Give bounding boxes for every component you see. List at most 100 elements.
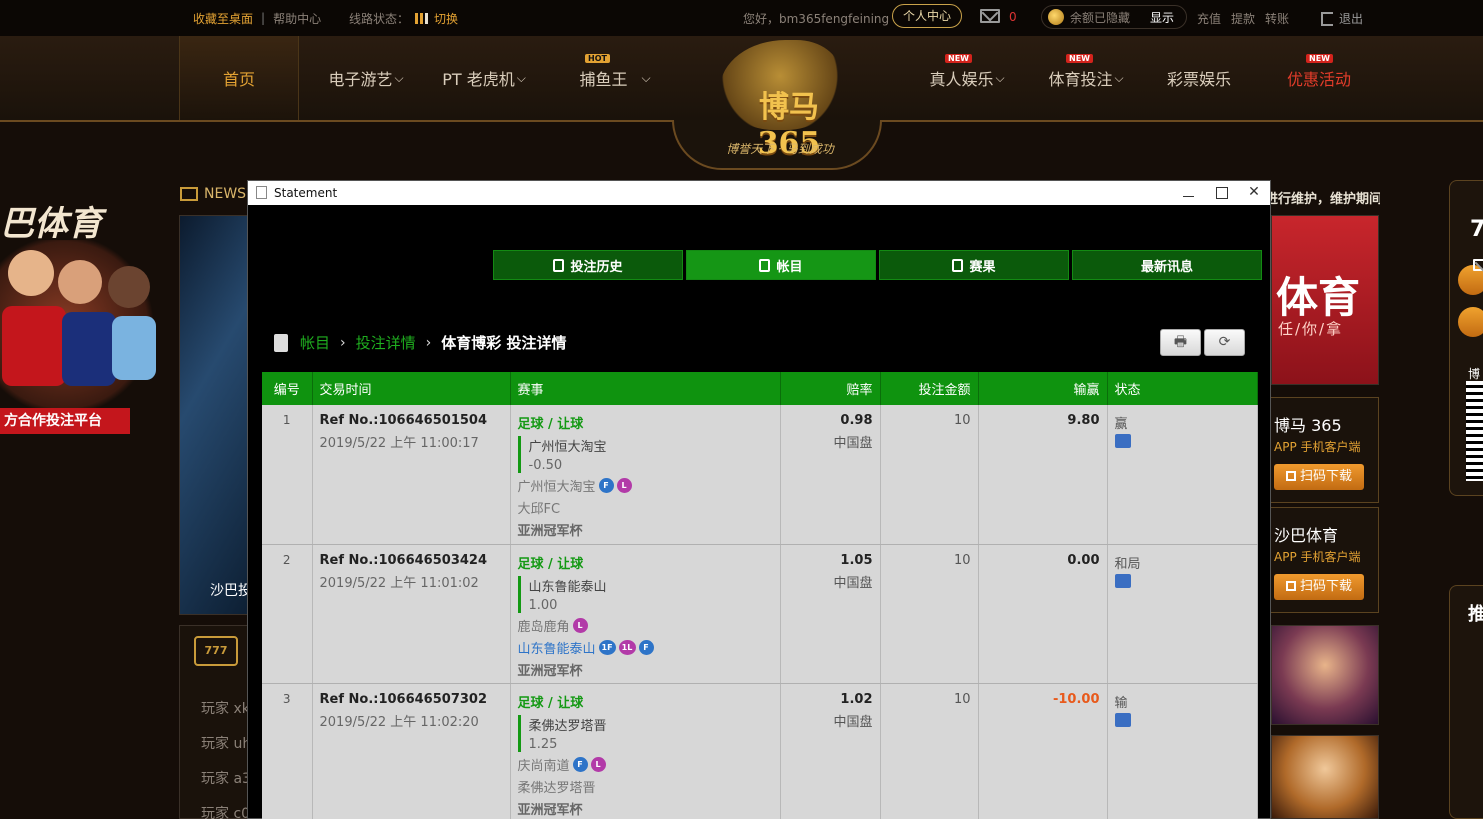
sport-type: 足球 / 让球 [517, 417, 584, 432]
selection-team: 柔佛达罗塔晋 [528, 718, 607, 734]
show-balance-button[interactable]: 显示 [1150, 9, 1174, 26]
scoreboard-icon[interactable] [1114, 712, 1131, 727]
live-badge: L [572, 617, 588, 633]
nav-fishing-label: 捕鱼王 [579, 70, 628, 89]
full-time-badge: F [598, 478, 614, 493]
right-promo-title: 体育 [1276, 273, 1361, 322]
team-name: 广州恒大淘宝 [517, 480, 596, 495]
switch-line-link[interactable]: 切换 [434, 10, 458, 27]
site-logo[interactable]: 博马365 博誉天下 · 马到成功 [672, 36, 882, 172]
nav-live[interactable]: 真人娱乐 ⌵ [927, 36, 1007, 120]
side-recommend-title: 推 [1468, 604, 1483, 625]
help-center-link[interactable]: 帮助中心 [273, 10, 321, 27]
window-titlebar[interactable]: Statement ✕ [248, 181, 1270, 205]
user-greeting: 您好，bm365fengfeining [743, 12, 890, 26]
nav-promo-label: 优惠活动 [1286, 70, 1351, 89]
nav-pt-label: PT 老虎机 [442, 70, 515, 89]
away-team: 大邱FC [518, 498, 773, 517]
signal-icon [415, 13, 429, 24]
refresh-button[interactable]: ⟳ [1204, 329, 1245, 356]
table-row: 3 Ref No.:106646507302 2019/5/22 上午 11:0… [262, 683, 1258, 819]
logo-slogan: 博誉天下 · 马到成功 [726, 142, 834, 156]
breadcrumb: 帐目 › 投注详情 › 体育博彩 投注详情 [274, 332, 566, 353]
print-button[interactable]: 🖶 [1160, 329, 1201, 356]
right-promo-banner[interactable]: 体育 任/你/拿 [1271, 215, 1379, 385]
winner-row: 玩家 uh [201, 736, 252, 752]
home-team: 鹿岛鹿角 L [518, 616, 773, 635]
maximize-button[interactable] [1205, 181, 1237, 205]
qr-icon [1285, 581, 1296, 591]
status-text: 和局 [1114, 556, 1141, 572]
user-center-button[interactable]: 个人中心 [892, 4, 962, 28]
breadcrumb-separator: › [425, 334, 432, 351]
nav-electronic[interactable]: 电子游艺 ⌵ [326, 36, 406, 120]
deposit-link[interactable]: 充值 [1197, 10, 1221, 27]
event-cell: 足球 / 让球 广州恒大淘宝 -0.50 广州恒大淘宝 F L 大邱FC 亚洲冠… [510, 405, 781, 545]
tab-bet-history[interactable]: 投注历史 [493, 250, 683, 280]
nav-home[interactable]: 首页 [179, 36, 299, 120]
table-row: 1 Ref No.:106646501504 2019/5/22 上午 11:0… [262, 405, 1258, 545]
balance-box: 余额已隐藏 显示 [1041, 5, 1187, 29]
minimize-button[interactable] [1172, 181, 1204, 205]
game-thumbnail[interactable] [1271, 735, 1379, 819]
tab-account[interactable]: 帐目 [686, 250, 876, 280]
tab-label: 赛果 [969, 259, 996, 275]
center-banner[interactable] [179, 215, 249, 615]
scan-download-button[interactable]: 扫码下载 [1274, 574, 1364, 600]
breadcrumb-account[interactable]: 帐目 [300, 332, 330, 353]
breadcrumb-bet-details[interactable]: 投注详情 [356, 332, 416, 353]
mail-count: 0 [1009, 10, 1017, 24]
nav-lottery[interactable]: 彩票娱乐 [1166, 36, 1232, 120]
transaction-cell: Ref No.:106646503424 2019/5/22 上午 11:01:… [312, 544, 511, 684]
team-name: 山东鲁能泰山 [517, 641, 596, 657]
winner-row: 玩家 a3 [201, 771, 251, 787]
ref-number[interactable]: Ref No.:106646501504 [320, 413, 503, 428]
withdraw-link[interactable]: 提款 [1231, 10, 1255, 27]
statement-window: Statement ✕ 投注历史 帐目 赛果 最新讯息 帐目 › 投注详情 › … [247, 180, 1483, 819]
sport-type: 足球 / 让球 [517, 695, 584, 711]
stake-amount: 10 [880, 405, 979, 545]
tab-news[interactable]: 最新讯息 [1072, 250, 1483, 280]
side-recommend-panel: 推 [1449, 585, 1483, 819]
clipboard-icon [553, 258, 565, 272]
nav-pt[interactable]: PT 老虎机 ⌵ [442, 36, 526, 120]
document-icon [256, 186, 267, 199]
ledger-icon [274, 333, 288, 352]
chevron-down-icon: ⌵ [394, 70, 404, 85]
scoreboard-icon[interactable] [1114, 434, 1131, 448]
handicap-line: -0.50 [528, 458, 563, 473]
transfer-link[interactable]: 转账 [1265, 10, 1289, 27]
status-cell: 和局 [1107, 544, 1258, 684]
top-left-links: 收藏至桌面 | 帮助中心 [193, 0, 321, 36]
side-button[interactable] [1458, 307, 1483, 337]
handicap-line: 1.25 [528, 736, 558, 752]
tab-results[interactable]: 赛果 [879, 250, 1069, 280]
ref-number[interactable]: Ref No.:106646503424 [320, 553, 503, 568]
winner-row: 玩家 xk [201, 701, 250, 717]
statement-table: 编号 交易时间 赛事 赔率 投注金额 输赢 状态 1 Ref No.:10664… [262, 372, 1258, 819]
pl-cell: -10.00 [978, 683, 1108, 819]
close-button[interactable]: ✕ [1238, 181, 1270, 205]
header-event: 赛事 [510, 372, 781, 405]
divider: | [261, 11, 266, 25]
scoreboard-icon[interactable] [1114, 573, 1131, 588]
selection: 柔佛达罗塔晋 1.25 [517, 714, 773, 752]
odds-cell: 0.98 中国盘 [780, 405, 881, 545]
selection-team: 广州恒大淘宝 [528, 440, 607, 455]
nav-fishing[interactable]: 捕鱼王 ⌵ [575, 36, 655, 120]
game-thumbnail[interactable] [1271, 625, 1379, 725]
nav-promo[interactable]: 优惠活动 [1286, 36, 1352, 120]
qr-code-icon [1466, 381, 1483, 481]
scan-download-button[interactable]: 扫码下载 [1274, 464, 1364, 490]
sport-type: 足球 / 让球 [517, 556, 584, 572]
transaction-cell: Ref No.:106646507302 2019/5/22 上午 11:02:… [312, 683, 511, 819]
app-subtitle: APP 手机客户端 [1274, 550, 1361, 564]
mail-icon[interactable] [980, 9, 1000, 23]
logout-button[interactable]: 退出 [1321, 10, 1363, 27]
odds-value: 1.05 [840, 552, 873, 568]
nav-sports[interactable]: 体育投注 ⌵ [1046, 36, 1126, 120]
add-to-desktop-link[interactable]: 收藏至桌面 [193, 10, 253, 27]
odds-type: 中国盘 [833, 714, 873, 730]
players-illustration [0, 240, 160, 410]
ref-number[interactable]: Ref No.:106646507302 [320, 692, 503, 707]
